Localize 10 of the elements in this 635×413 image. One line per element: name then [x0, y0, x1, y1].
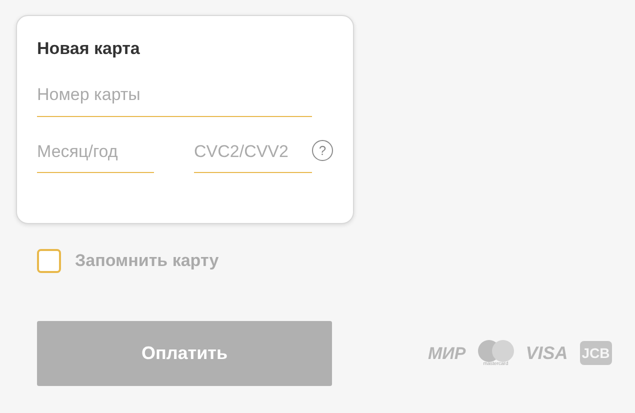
expiry-field[interactable]: Месяц/год: [37, 132, 154, 173]
mir-logo: МИР: [428, 344, 466, 362]
card-number-field[interactable]: Номер карты: [37, 76, 312, 116]
cvc-field[interactable]: CVC2/CVV2: [194, 132, 312, 173]
mastercard-circles-icon: [478, 340, 514, 362]
remember-label: Запомнить карту: [75, 250, 219, 272]
visa-logo: VISA: [526, 344, 568, 362]
form-title: Новая карта: [37, 38, 141, 60]
remember-checkbox[interactable]: [37, 248, 61, 273]
help-button[interactable]: ?: [312, 140, 333, 161]
